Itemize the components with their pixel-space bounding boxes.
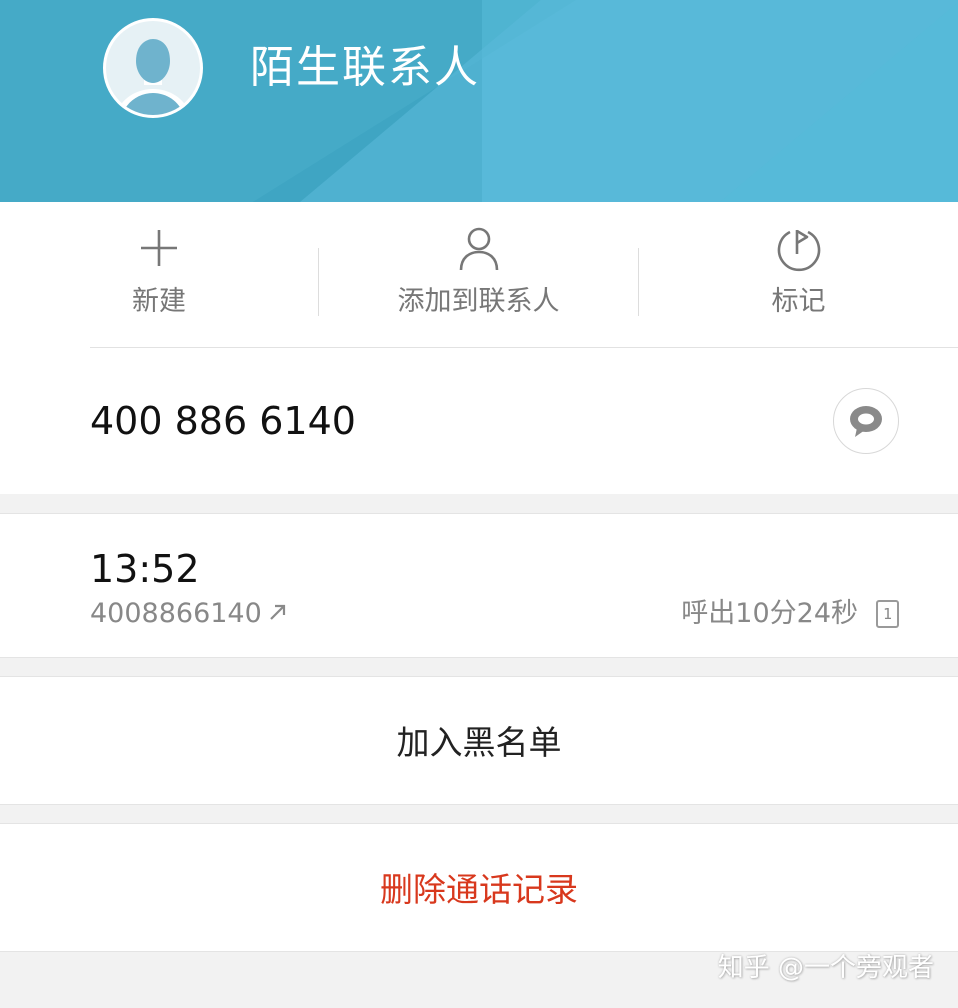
- phone-row[interactable]: 400 886 6140: [0, 348, 958, 494]
- outgoing-arrow-icon: [270, 604, 286, 620]
- contact-name: 陌生联系人: [250, 42, 480, 93]
- add-to-contacts-button[interactable]: 添加到联系人: [319, 202, 638, 348]
- mark-button[interactable]: 标记: [639, 202, 958, 348]
- contact-header: 陌生联系人: [0, 0, 958, 202]
- mark-label: 标记: [771, 286, 826, 317]
- call-log-item[interactable]: 13:52 4008866140 呼出10分24秒 1: [0, 513, 958, 658]
- new-contact-label: 新建: [132, 286, 186, 317]
- send-message-button[interactable]: [833, 388, 899, 454]
- phone-number: 400 886 6140: [90, 399, 356, 443]
- delete-call-log-button[interactable]: 删除通话记录: [0, 823, 958, 952]
- new-contact-button[interactable]: 新建: [0, 202, 318, 348]
- flag-icon: [777, 229, 820, 272]
- sim-card-icon: 1: [876, 600, 899, 628]
- plus-icon: [141, 230, 177, 266]
- watermark: 知乎 @一个旁观者: [717, 953, 934, 983]
- call-time: 13:52: [90, 547, 200, 591]
- avatar: [103, 18, 203, 118]
- call-duration: 呼出10分24秒: [681, 598, 858, 629]
- add-to-contacts-label: 添加到联系人: [397, 286, 560, 317]
- call-number: 4008866140: [90, 598, 262, 629]
- delete-call-log-label: 删除通话记录: [380, 870, 578, 909]
- add-to-blacklist-button[interactable]: 加入黑名单: [0, 676, 958, 805]
- person-icon: [459, 227, 498, 271]
- message-bubble-icon: [850, 406, 882, 437]
- action-bar: 新建 添加到联系人 标记: [0, 202, 958, 348]
- add-to-blacklist-label: 加入黑名单: [396, 723, 562, 762]
